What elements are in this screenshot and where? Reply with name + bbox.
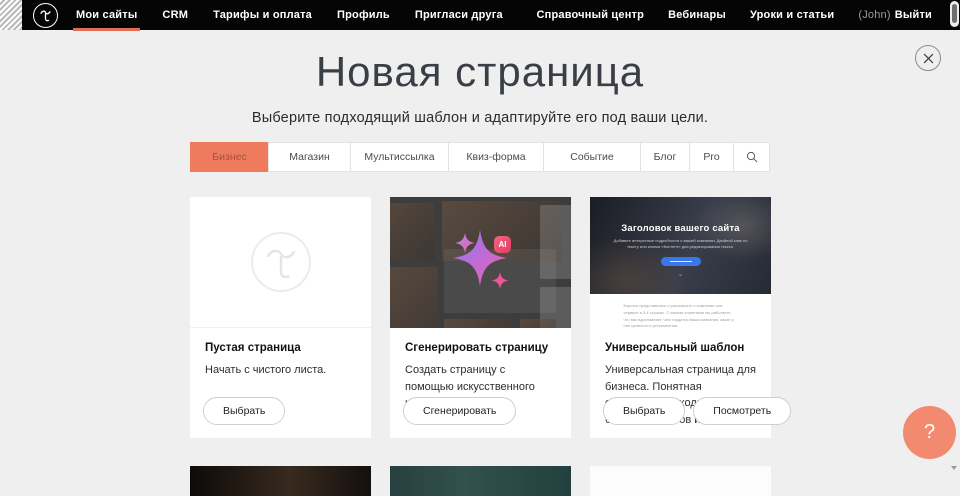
card-title: Пустая страница — [205, 342, 356, 354]
secondary-nav: Справочный центр Вебинары Уроки и статьи… — [537, 0, 933, 30]
card-blank-body: Пустая страница Начать с чистого листа. … — [190, 328, 371, 438]
tab-shop[interactable]: Магазин — [268, 142, 351, 172]
card-universal-template: Заголовок вашего сайта Добавьте интересн… — [590, 197, 771, 438]
template-hero-button — [661, 257, 701, 266]
tab-quiz-form[interactable]: Квиз-форма — [448, 142, 544, 172]
search-icon — [746, 151, 758, 163]
template-hero-title: Заголовок вашего сайта — [590, 197, 771, 234]
card-ai-body: Сгенерировать страницу Создать страницу … — [390, 328, 571, 438]
nav-my-sites[interactable]: Мои сайты — [76, 0, 137, 30]
nav-crm[interactable]: CRM — [162, 0, 188, 30]
tilda-ghost-logo-icon — [250, 231, 312, 293]
nav-plans-payment[interactable]: Тарифы и оплата — [213, 0, 312, 30]
select-blank-button[interactable]: Выбрать — [203, 397, 285, 425]
chevron-down-icon: ⌄ — [590, 271, 771, 278]
template-body-text: Коротко представьтесь и расскажите о ком… — [623, 303, 737, 328]
nav-profile[interactable]: Профиль — [337, 0, 390, 30]
tab-search[interactable] — [733, 142, 770, 172]
tab-business[interactable]: Бизнес — [190, 142, 269, 172]
template-card-partial[interactable] — [590, 466, 771, 496]
topbar: Мои сайты CRM Тарифы и оплата Профиль Пр… — [0, 0, 960, 30]
card-description: Начать с чистого листа. — [205, 362, 356, 379]
card-title: Сгенерировать страницу — [405, 342, 556, 354]
main-nav: Мои сайты CRM Тарифы и оплата Профиль Пр… — [76, 0, 503, 30]
tab-blog[interactable]: Блог — [640, 142, 690, 172]
card-title: Универсальный шаблон — [605, 342, 756, 354]
select-universal-button[interactable]: Выбрать — [603, 397, 685, 425]
template-hero-subtitle: Добавьте интересные подробности о вашей … — [610, 238, 751, 251]
nav-help-center[interactable]: Справочный центр — [537, 0, 645, 30]
topbar-texture — [0, 0, 22, 30]
template-cards: Пустая страница Начать с чистого листа. … — [190, 197, 771, 438]
user-name: (John) — [858, 9, 890, 21]
ai-sparkle-icon — [390, 197, 571, 328]
tab-pro[interactable]: Pro — [689, 142, 734, 172]
blank-page-preview[interactable] — [190, 197, 371, 328]
template-hero: Заголовок вашего сайта Добавьте интересн… — [590, 197, 771, 294]
universal-template-preview[interactable]: Заголовок вашего сайта Добавьте интересн… — [590, 197, 771, 328]
tilda-logo-icon[interactable] — [33, 3, 58, 28]
logout-label: Выйти — [895, 9, 932, 21]
ai-generate-preview[interactable]: AI — [390, 197, 571, 328]
card-universal-body: Универсальный шаблон Универсальная стран… — [590, 328, 771, 438]
template-card-partial[interactable] — [390, 466, 571, 496]
nav-logout[interactable]: (John) Выйти — [858, 0, 932, 30]
card-blank-page: Пустая страница Начать с чистого листа. … — [190, 197, 371, 438]
help-button[interactable]: ? — [903, 406, 956, 459]
tab-event[interactable]: Событие — [543, 142, 641, 172]
card-ai-generate: AI Сгенерировать страницу Создать страни… — [390, 197, 571, 438]
scrollbar-thumb[interactable] — [952, 4, 957, 23]
template-body: Коротко представьтесь и расскажите о ком… — [590, 294, 771, 328]
template-cards-row2 — [190, 466, 771, 496]
ai-badge: AI — [494, 236, 511, 253]
tab-multilink[interactable]: Мультиссылка — [350, 142, 449, 172]
scrollbar-down-arrow-icon[interactable] — [951, 466, 957, 470]
generate-button[interactable]: Сгенерировать — [403, 397, 516, 425]
preview-universal-button[interactable]: Посмотреть — [693, 397, 791, 425]
template-card-partial[interactable] — [190, 466, 371, 496]
page-subtitle: Выберите подходящий шаблон и адаптируйте… — [0, 110, 960, 126]
nav-invite-friend[interactable]: Пригласи друга — [415, 0, 503, 30]
page-title: Новая страница — [0, 48, 960, 96]
nav-lessons-articles[interactable]: Уроки и статьи — [750, 0, 834, 30]
template-tabs: Бизнес Магазин Мультиссылка Квиз-форма С… — [190, 142, 772, 172]
nav-webinars[interactable]: Вебинары — [668, 0, 726, 30]
